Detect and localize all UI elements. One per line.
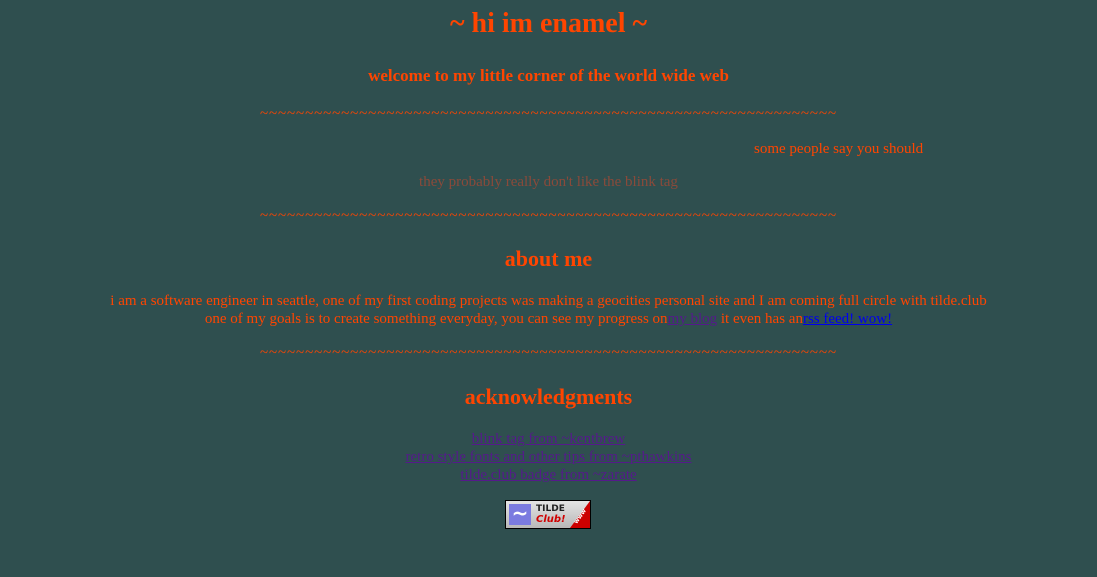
tilde-icon: ~ (509, 503, 531, 525)
ack-link-kentbrew[interactable]: blink tag from ~kentbrew (472, 431, 626, 447)
acknowledgments-heading: acknowledgments (464, 384, 633, 409)
about-heading: about me (504, 246, 593, 271)
badge-line-1: TILDE (536, 504, 565, 514)
tilde-divider-2: ~~~~~~~~~~~~~~~~~~~~~~~~~~~~~~~~~~~~~~~~… (260, 208, 837, 224)
blink-text: they probably really don't like the blin… (419, 174, 678, 190)
blog-link[interactable]: my blog (668, 311, 718, 327)
marquee: some people say you should (292, 139, 928, 159)
tilde-divider-1: ~~~~~~~~~~~~~~~~~~~~~~~~~~~~~~~~~~~~~~~~… (260, 106, 837, 122)
acknowledgments-list: blink tag from ~kentbrew retro style fon… (0, 430, 1097, 484)
page: ~ hi im enamel ~ welcome to my little co… (0, 0, 1097, 577)
about-line-2-middle: it even has an (720, 311, 803, 327)
tilde-club-badge[interactable]: ~ TILDE Club! www (505, 500, 591, 529)
page-title: ~ hi im enamel ~ (449, 8, 648, 39)
badge-line-2: Club! (536, 514, 566, 525)
about-line-2: one of my goals is to create something e… (0, 310, 1097, 328)
ack-link-zarate[interactable]: tilde.club badge from ~zarate (460, 467, 636, 483)
tilde-divider-3: ~~~~~~~~~~~~~~~~~~~~~~~~~~~~~~~~~~~~~~~~… (260, 345, 837, 361)
rss-feed-link[interactable]: rss feed! wow! (803, 311, 892, 327)
marquee-text: some people say you should (754, 141, 924, 157)
about-line-1: i am a software engineer in seattle, one… (110, 293, 987, 309)
about-line-2-prefix: one of my goals is to create something e… (204, 311, 668, 327)
about-section: i am a software engineer in seattle, one… (0, 292, 1097, 328)
welcome-text: welcome to my little corner of the world… (368, 66, 729, 85)
ack-link-pthawkins[interactable]: retro style fonts and other tips from ~p… (406, 449, 692, 465)
